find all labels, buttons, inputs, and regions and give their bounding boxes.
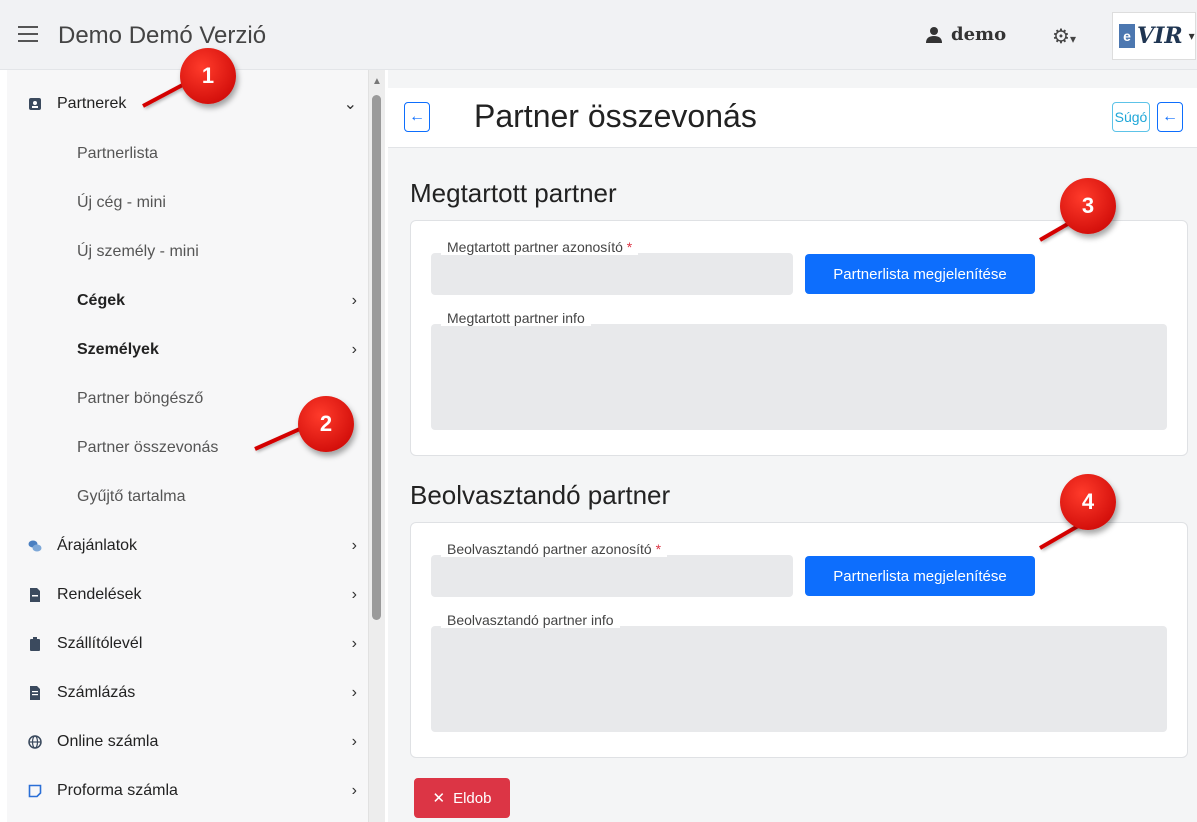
caret-down-icon: ▾ — [1069, 32, 1076, 46]
sidebar-item-uj-ceg-mini[interactable]: Új cég - mini — [7, 183, 369, 223]
user-name: demo — [951, 24, 1007, 45]
merged-partner-info-textarea[interactable] — [431, 626, 1167, 732]
section-title-merged: Beolvasztandó partner — [410, 480, 671, 510]
sidebar-item-label: Partnerlista — [77, 145, 158, 162]
sidebar-item-partnerlista[interactable]: Partnerlista — [7, 134, 369, 174]
caret-down-icon: ▾ — [1188, 29, 1195, 43]
page-header: ← Partner összevonás Súgó ← — [388, 88, 1197, 148]
sidebar-item-label: Új cég - mini — [77, 194, 166, 211]
callout-badge-4: 4 — [1060, 474, 1116, 530]
chevron-right-icon: › — [351, 733, 357, 750]
merged-partner-id-label: Beolvasztandó partner azonosító * — [441, 541, 668, 557]
settings-menu[interactable]: ⚙▾ — [1052, 24, 1076, 49]
user-menu[interactable]: demo — [925, 24, 1006, 45]
chevron-right-icon: › — [351, 782, 357, 799]
merged-partner-info-label: Beolvasztandó partner info — [441, 612, 620, 628]
discard-button[interactable]: ✕ Eldob — [414, 778, 510, 818]
page-title: Partner összevonás — [474, 98, 757, 134]
contact-card-icon — [29, 98, 41, 110]
sidebar-item-label: Rendelések — [57, 586, 142, 603]
sidebar-item-label: Partner böngésző — [77, 390, 204, 407]
chevron-right-icon: › — [351, 537, 357, 554]
globe-icon — [28, 735, 42, 749]
note-icon — [28, 784, 42, 798]
sidebar-item-label: Számlázás — [57, 684, 136, 701]
merged-partnerlist-button[interactable]: Partnerlista megjelenítése — [805, 556, 1035, 596]
sidebar-item-label: Árajánlatok — [57, 537, 138, 554]
sidebar-item-label: Új személy - mini — [77, 243, 199, 260]
chevron-right-icon: › — [351, 635, 357, 652]
sidebar-item-szamlazas[interactable]: Számlázás › — [7, 673, 369, 713]
sidebar-item-label: Cégek — [77, 292, 126, 309]
sidebar-item-proforma-szamla[interactable]: Proforma számla › — [7, 771, 369, 811]
scroll-up-arrow-icon[interactable]: ▲ — [372, 76, 382, 87]
chevron-down-icon: ⌄ — [343, 96, 357, 113]
arrow-left-icon: ← — [1162, 108, 1178, 125]
kept-partner-card: Megtartott partner azonosító * Partnerli… — [410, 220, 1188, 456]
app-title: Demo Demó Verzió — [58, 22, 267, 49]
evir-logo-menu[interactable]: e VIR ▾ — [1112, 12, 1196, 60]
chat-bubbles-icon — [28, 540, 42, 552]
invoice-icon — [30, 686, 40, 700]
sidebar-item-gyujto-tartalma[interactable]: Gyűjtő tartalma — [7, 477, 369, 517]
callout-badge-2: 2 — [298, 396, 354, 452]
sidebar-item-cegek[interactable]: Cégek › — [7, 281, 369, 321]
gear-icon: ⚙ — [1052, 26, 1070, 48]
user-icon — [926, 26, 942, 43]
sidebar-item-label: Partnerek — [57, 95, 127, 112]
sidebar-item-label: Szállítólevél — [57, 635, 143, 652]
sidebar-item-label: Partner összevonás — [77, 439, 219, 456]
back-button[interactable]: ← — [404, 102, 430, 132]
top-navbar: Demo Demó Verzió demo ⚙▾ e VIR ▾ — [0, 0, 1197, 70]
close-icon: ✕ — [432, 790, 446, 807]
back-button-right[interactable]: ← — [1157, 102, 1183, 132]
sidebar-item-szallitolevel[interactable]: Szállítólevél › — [7, 624, 369, 664]
chevron-right-icon: › — [351, 586, 357, 603]
sidebar-item-online-szamla[interactable]: Online számla › — [7, 722, 369, 762]
kept-partner-info-label: Megtartott partner info — [441, 310, 591, 326]
kept-partnerlist-button[interactable]: Partnerlista megjelenítése — [805, 254, 1035, 294]
chevron-right-icon: › — [351, 684, 357, 701]
help-button[interactable]: Súgó — [1112, 102, 1150, 132]
kept-partner-id-input[interactable] — [431, 253, 793, 295]
sidebar-item-szemelyek[interactable]: Személyek › — [7, 330, 369, 370]
sidebar-scrollbar-thumb[interactable] — [372, 95, 381, 620]
merged-partner-card: Beolvasztandó partner azonosító * Partne… — [410, 522, 1188, 758]
sidebar-item-label: Gyűjtő tartalma — [77, 488, 186, 505]
kept-partner-info-textarea[interactable] — [431, 324, 1167, 430]
section-title-kept: Megtartott partner — [410, 178, 617, 208]
chevron-right-icon: › — [351, 341, 357, 358]
sidebar-item-label: Proforma számla — [57, 782, 178, 799]
hamburger-menu-icon[interactable] — [18, 26, 38, 42]
callout-badge-1: 1 — [180, 48, 236, 104]
sidebar-item-label: Online számla — [57, 733, 159, 750]
sidebar-item-rendelesek[interactable]: Rendelések › — [7, 575, 369, 615]
clipboard-icon — [30, 637, 40, 651]
sidebar-item-label: Személyek — [77, 341, 159, 358]
callout-badge-3: 3 — [1060, 178, 1116, 234]
logo-text: VIR — [1137, 23, 1183, 49]
discard-label: Eldob — [453, 789, 492, 807]
kept-partner-id-label: Megtartott partner azonosító * — [441, 239, 639, 255]
merged-partner-id-input[interactable] — [431, 555, 793, 597]
logo-e-mark: e — [1119, 24, 1135, 48]
document-icon — [30, 588, 40, 602]
sidebar-item-arajanlatok[interactable]: Árajánlatok › — [7, 526, 369, 566]
chevron-right-icon: › — [351, 292, 357, 309]
sidebar-item-uj-szemely-mini[interactable]: Új személy - mini — [7, 232, 369, 272]
arrow-left-icon: ← — [409, 108, 425, 125]
